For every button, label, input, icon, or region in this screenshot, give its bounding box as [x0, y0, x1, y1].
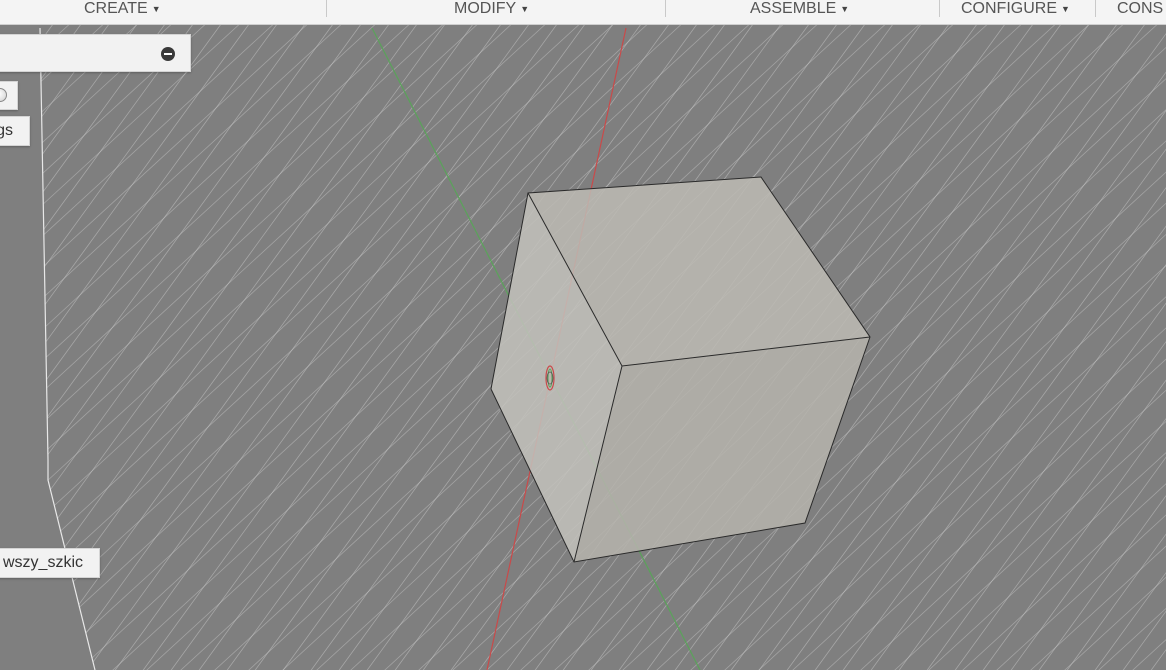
chevron-down-icon: ▼	[1061, 4, 1070, 14]
canvas-viewport[interactable]	[0, 25, 1166, 670]
menu-assemble[interactable]: ASSEMBLE ▼	[750, 0, 849, 18]
radio-icon[interactable]	[0, 88, 7, 102]
toolbar-separator	[326, 0, 327, 17]
browser-item-text: gs	[0, 122, 13, 139]
sketch-label-text: wszy_szkic	[2, 554, 83, 571]
toolbar-separator	[1095, 0, 1096, 17]
chevron-down-icon: ▼	[840, 4, 850, 14]
menu-construct-label: CONS	[1117, 0, 1164, 17]
menu-configure[interactable]: CONFIGURE ▼	[961, 0, 1070, 18]
sketch-label[interactable]: wszy_szkic	[0, 548, 100, 578]
browser-panel-header	[0, 34, 191, 72]
browser-visibility-toggle[interactable]	[0, 81, 18, 110]
chevron-down-icon: ▼	[151, 4, 161, 14]
menu-modify[interactable]: MODIFY ▼	[454, 0, 529, 18]
toolbar-separator	[939, 0, 940, 17]
browser-item-label[interactable]: gs	[0, 116, 30, 146]
collapse-icon[interactable]	[161, 47, 175, 61]
menu-construct[interactable]: CONS	[1117, 0, 1163, 18]
menu-configure-label: CONFIGURE	[961, 0, 1057, 17]
menu-create-label: CREATE	[84, 0, 148, 17]
menu-create[interactable]: CREATE ▼	[84, 0, 161, 18]
menu-modify-label: MODIFY	[454, 0, 517, 17]
toolbar-separator	[665, 0, 666, 17]
menu-assemble-label: ASSEMBLE	[750, 0, 837, 17]
top-toolbar: CREATE ▼ MODIFY ▼ ASSEMBLE ▼ CONFIGURE ▼…	[0, 0, 1166, 25]
chevron-down-icon: ▼	[520, 4, 530, 14]
